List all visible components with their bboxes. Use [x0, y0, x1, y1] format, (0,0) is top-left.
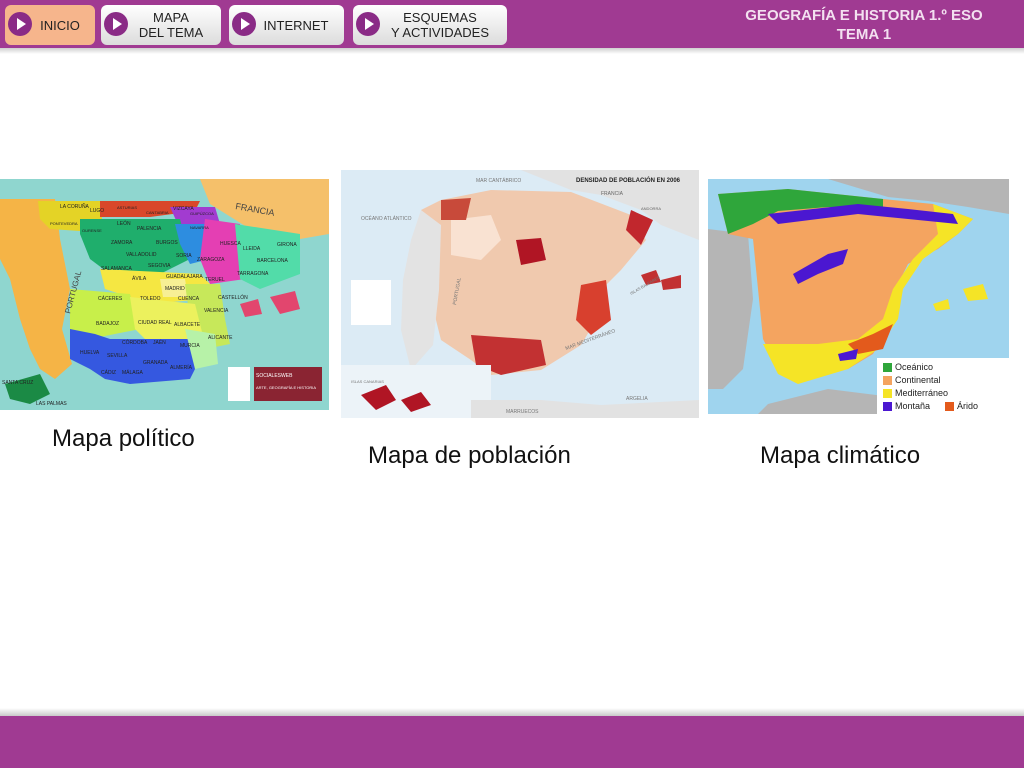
label-lugo: LUGO: [90, 208, 104, 214]
label-islas-canarias: ISLAS CANARIAS: [351, 379, 384, 384]
political-map-caption: Mapa político: [52, 425, 195, 452]
label-santa-cruz: SANTA CRUZ: [2, 380, 33, 386]
label-madrid: MADRID: [165, 286, 185, 292]
logo-text: SOCIALESWEB: [256, 373, 293, 379]
label-andorra: ANDORRA: [641, 206, 661, 211]
label-granada: GRANADA: [143, 360, 168, 366]
nav-esquemas-button[interactable]: ESQUEMAS Y ACTIVIDADES: [353, 5, 507, 45]
nav-inicio-label: INICIO: [40, 17, 80, 33]
label-albacete: ALBACETE: [174, 322, 201, 328]
play-icon: [104, 12, 128, 36]
top-bar-shadow: [0, 48, 1024, 54]
legend-swatch: [945, 401, 954, 411]
label-guipuzcoa: GUIPÚZCOA: [190, 211, 214, 216]
label-murcia: MURCIA: [180, 343, 200, 349]
label-guadalajara: GUADALAJARA: [166, 274, 203, 280]
label-huesca: HUESCA: [220, 241, 242, 247]
nav-inicio-button[interactable]: INICIO: [5, 5, 95, 45]
nav-esquemas-label: ESQUEMAS Y ACTIVIDADES: [390, 10, 489, 40]
legend-item-oceanico: Oceánico: [883, 362, 933, 372]
legend-swatch: [883, 375, 892, 385]
play-icon: [8, 12, 32, 36]
label-almeria: ALMERÍA: [170, 364, 193, 371]
label-alicante: ALICANTE: [208, 335, 233, 341]
label-valencia: VALENCIA: [204, 308, 229, 314]
title-line-2: TEMA 1: [836, 26, 892, 43]
bottom-bar: [0, 716, 1024, 768]
label-navarra: NAVARRA: [190, 225, 209, 230]
label-asturias: ASTURIAS: [117, 205, 137, 210]
label-oceano-atlantico: OCÉANO ATLÁNTICO: [361, 215, 412, 222]
label-toledo: TOLEDO: [140, 296, 161, 302]
nav-mapa-tema-button[interactable]: MAPA DEL TEMA: [101, 5, 221, 45]
label-barcelona: BARCELONA: [257, 258, 289, 264]
label-cordoba: CÓRDOBA: [122, 339, 148, 346]
legend-item-arido: Árido: [945, 401, 978, 411]
legend-item-continental: Continental: [883, 375, 941, 385]
climate-map-image: Oceánico Continental Mediterráneo Montañ…: [708, 179, 1009, 414]
label-leon: LEÓN: [117, 220, 131, 227]
label-lleida: LLEIDA: [243, 246, 261, 252]
title-line-1: GEOGRAFÍA E HISTORIA 1.º ESO: [745, 7, 983, 24]
play-icon: [232, 12, 256, 36]
legend-label: Mediterráneo: [895, 388, 949, 398]
population-map-svg: DENSIDAD DE POBLACIÓN EN 2006 FRANCIA AN…: [341, 170, 699, 418]
label-girona: GIRONA: [277, 242, 297, 248]
label-ourense: OURENSE: [82, 228, 102, 233]
label-segovia: SEGOVIA: [148, 263, 171, 269]
label-jaen: JAÉN: [153, 339, 166, 346]
label-castellon: CASTELLÓN: [218, 294, 248, 301]
legend-label: Árido: [957, 401, 979, 411]
label-las-palmas: LAS PALMAS: [36, 401, 67, 407]
label-salamanca: SALAMANCA: [101, 266, 133, 272]
label-burgos: BURGOS: [156, 240, 178, 246]
nav-internet-label: INTERNET: [263, 17, 329, 33]
label-soria: SORIA: [176, 253, 192, 259]
nav-mapa-tema-label: MAPA DEL TEMA: [138, 10, 204, 40]
label-mar-cantabrico: MAR CANTÁBRICO: [476, 177, 521, 184]
label-cantabria: CANTABRIA: [146, 210, 169, 215]
population-map-title: DENSIDAD DE POBLACIÓN EN 2006: [576, 176, 681, 184]
label-badajoz: BADAJOZ: [96, 321, 119, 327]
climate-legend: Oceánico Continental Mediterráneo Montañ…: [877, 358, 1009, 414]
bottom-bar-shadow: [0, 708, 1024, 716]
climate-map-caption: Mapa climático: [760, 442, 921, 469]
label-palencia: PALENCIA: [137, 226, 162, 232]
label-sevilla: SEVILLA: [107, 353, 128, 359]
legend-label: Oceánico: [895, 362, 934, 372]
label-marruecos: MARRUECOS: [506, 409, 539, 415]
political-map-image: FRANCIA PORTUGAL LA CORUÑA LUGO ASTURIAS…: [0, 179, 329, 410]
legend-swatch: [883, 401, 892, 411]
label-cuenca: CUENCA: [178, 296, 200, 302]
label-argelia: ARGELIA: [626, 396, 648, 402]
label-tarragona: TARRAGONA: [237, 271, 269, 277]
legend-label: Montaña: [895, 401, 931, 411]
label-avila: ÁVILA: [132, 275, 147, 282]
legend-item-mediterraneo: Mediterráneo: [883, 388, 948, 398]
label-zaragoza: ZARAGOZA: [197, 257, 225, 263]
play-icon: [356, 12, 380, 36]
page-title: GEOGRAFÍA E HISTORIA 1.º ESO TEMA 1: [714, 6, 1014, 44]
label-huelva: HUELVA: [80, 350, 100, 356]
population-map-caption: Mapa de población: [368, 442, 571, 469]
population-map-image: DENSIDAD DE POBLACIÓN EN 2006 FRANCIA AN…: [341, 170, 699, 418]
legend-item-montana: Montaña: [883, 401, 930, 411]
label-teruel: TERUEL: [205, 277, 225, 283]
political-map-svg: FRANCIA PORTUGAL LA CORUÑA LUGO ASTURIAS…: [0, 179, 329, 410]
label-caceres: CÁCERES: [98, 295, 123, 302]
label-valladolid: VALLADOLID: [126, 252, 157, 258]
legend-swatch: [883, 362, 892, 372]
label-ciudad-real: CIUDAD REAL: [138, 320, 172, 326]
label-francia: FRANCIA: [601, 191, 624, 197]
label-zamora: ZAMORA: [111, 240, 133, 246]
logo-subtext: ARTE, GEOGRAFÍA E HISTORIA: [256, 385, 316, 390]
nav-internet-button[interactable]: INTERNET: [229, 5, 344, 45]
legend-label: Continental: [895, 375, 941, 385]
label-pontevedra: PONTEVEDRA: [50, 221, 78, 226]
legend-swatch: [883, 388, 892, 398]
label-malaga: MÁLAGA: [122, 369, 144, 376]
label-cadiz: CÁDIZ: [101, 369, 116, 376]
label-la-coruna: LA CORUÑA: [60, 203, 90, 210]
